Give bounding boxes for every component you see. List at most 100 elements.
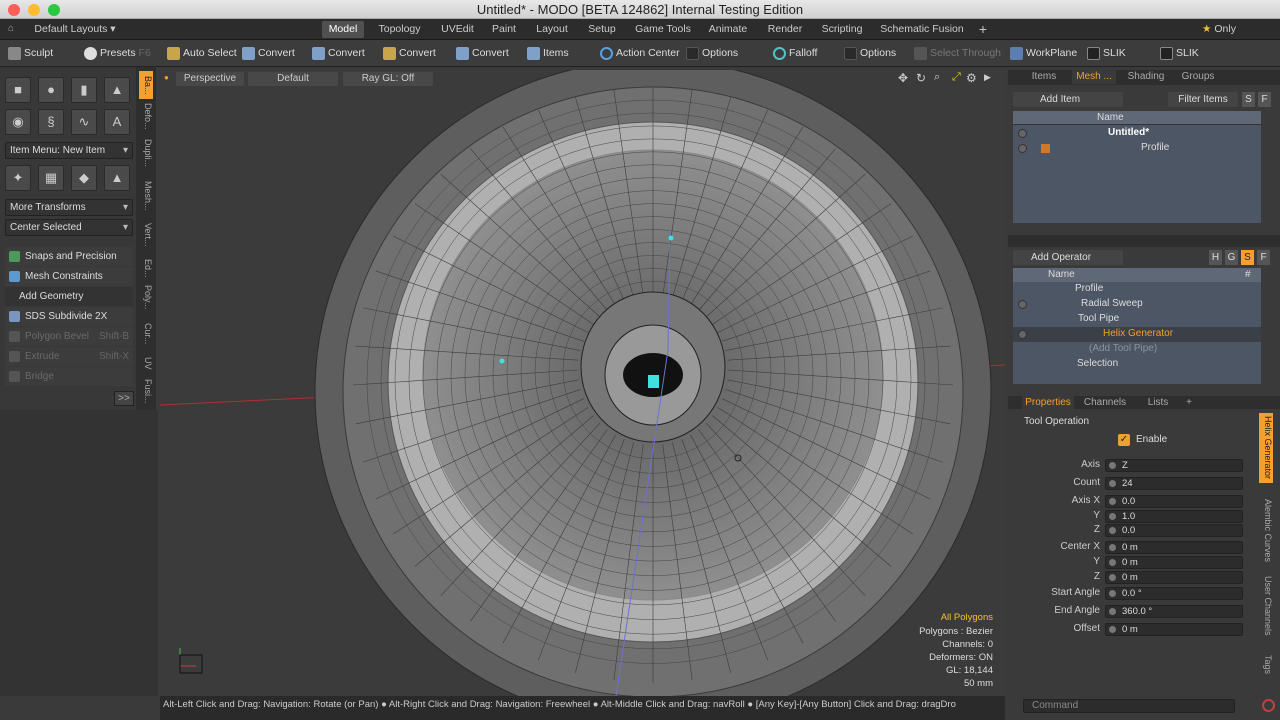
vtab-basic[interactable]: Ba... [139,71,153,99]
tab-lists[interactable]: Lists [1144,396,1172,409]
minimize-window-icon[interactable] [28,4,40,16]
more-transforms-dropdown[interactable]: More Transforms [5,199,133,216]
convert-vertices-button[interactable]: Convert [240,44,295,63]
action-center-options-button[interactable]: Options [684,44,738,63]
tab-game-tools[interactable]: Game Tools [630,21,696,38]
layouts-dropdown[interactable]: Default Layouts ▾ [30,21,120,38]
slik-button-1[interactable]: SLIK [1085,44,1126,63]
grid-icon[interactable]: ▦ [38,165,64,191]
op-profile[interactable]: Profile [1075,283,1103,294]
tab-items[interactable]: Items [1024,70,1064,84]
tab-mesh-ops[interactable]: Mesh ... [1072,70,1116,84]
op-selection[interactable]: Selection [1077,358,1118,369]
vtab-curve[interactable]: Cur... [139,323,153,345]
items-mode-button[interactable]: Items [525,44,569,63]
presets-button[interactable]: Presets F6 [82,44,151,63]
tab-schematic-fusion[interactable]: Schematic Fusion [878,21,966,38]
eye-icon[interactable] [1018,129,1027,138]
items-s-button[interactable]: S [1242,92,1255,107]
text-primitive-icon[interactable]: A [104,109,130,135]
ops-h-button[interactable]: H [1209,250,1222,265]
workplane-button[interactable]: WorkPlane [1008,44,1077,63]
prop-value-field[interactable]: 0 m [1105,541,1243,554]
vtab-uv[interactable]: UV [139,357,153,370]
expand-palette-button[interactable]: >> [114,391,134,406]
cube-primitive-icon[interactable]: ■ [5,77,31,103]
record-icon[interactable] [1262,699,1275,712]
vtab-duplicate[interactable]: Dupli... [139,139,153,167]
prop-value-field[interactable]: 0.0 [1105,495,1243,508]
eye-icon[interactable] [1018,144,1027,153]
add-item-button[interactable]: Add Item [1013,92,1123,107]
items-f-button[interactable]: F [1258,92,1271,107]
tab-topology[interactable]: Topology [372,21,427,38]
viewport-menu-icon[interactable]: ● [164,73,169,82]
filter-items-button[interactable]: Filter Items [1168,92,1238,107]
bridge-button[interactable]: Bridge [5,367,133,386]
scene-item[interactable]: Untitled* [1108,127,1149,138]
prop-value-field[interactable]: 360.0 ° [1105,605,1243,618]
prop-value-field[interactable]: 1.0 [1105,510,1243,523]
tab-uvedit[interactable]: UVEdit [435,21,480,38]
only-toggle[interactable]: ★ Only [1194,21,1244,38]
center-selected-dropdown[interactable]: Center Selected [5,219,133,236]
zoom-window-icon[interactable] [48,4,60,16]
ops-s-button[interactable]: S [1241,250,1254,265]
add-tab-button[interactable]: + [974,21,992,38]
tab-properties[interactable]: Properties [1022,396,1074,409]
tab-model[interactable]: Model [322,21,364,38]
rotate-icon[interactable]: ↻ [916,71,926,85]
enable-checkbox[interactable]: ✓ [1118,434,1130,446]
convert-polygons-button[interactable]: Convert [381,44,436,63]
prop-value-field[interactable]: 0.0 [1105,524,1243,537]
prop-value-field[interactable]: 24 [1105,477,1243,490]
op-tool-pipe[interactable]: Tool Pipe [1078,313,1119,324]
tab-groups[interactable]: Groups [1176,70,1220,84]
vtab-fusion[interactable]: Fusi... [139,379,153,404]
cone-primitive-icon[interactable]: ▲ [104,77,130,103]
vtab-mesh[interactable]: Mesh... [139,181,153,211]
shape-icon[interactable]: ◆ [71,165,97,191]
mesh-constraints-button[interactable]: Mesh Constraints [5,267,133,286]
shading-dropdown[interactable]: Default [248,72,338,86]
home-icon[interactable]: ⌂ [8,23,14,34]
falloff-options-button[interactable]: Options [842,44,896,63]
convert-materials-button[interactable]: Convert [454,44,509,63]
sds-subdivide-button[interactable]: SDS Subdivide 2X [5,307,133,326]
lock-icon[interactable] [1041,144,1050,153]
extrude-button[interactable]: Extrude Shift-X [5,347,133,366]
view-type-dropdown[interactable]: Perspective [176,72,244,86]
tab-animate[interactable]: Animate [704,21,752,38]
side-tab-user-channels[interactable]: User Channels [1259,575,1273,637]
sculpt-button[interactable]: Sculpt [6,44,53,63]
op-radial-sweep[interactable]: Radial Sweep [1081,298,1143,309]
tab-layout[interactable]: Layout [532,21,572,38]
add-props-tab[interactable]: + [1182,396,1196,409]
prop-value-field[interactable]: 0.0 ° [1105,587,1243,600]
op-helix-generator[interactable]: Helix Generator [1103,328,1173,339]
falloff-button[interactable]: Falloff [771,44,817,63]
close-window-icon[interactable] [8,4,20,16]
tab-channels[interactable]: Channels [1082,396,1128,409]
prop-value-field[interactable]: 0 m [1105,571,1243,584]
vtab-deform[interactable]: Defo... [139,103,153,130]
tab-shading[interactable]: Shading [1122,70,1170,84]
raygl-dropdown[interactable]: Ray GL: Off [343,72,433,86]
action-center-button[interactable]: Action Center [598,44,680,63]
auto-select-button[interactable]: Auto Select [165,44,237,63]
side-tab-tags[interactable]: Tags [1259,650,1273,680]
prop-value-field[interactable]: 0 m [1105,556,1243,569]
add-operator-button[interactable]: Add Operator [1013,250,1123,265]
vtab-vertex[interactable]: Vert... [139,223,153,247]
op-add-tool-pipe[interactable]: (Add Tool Pipe) [1089,343,1157,354]
select-through-button[interactable]: Select Through [912,44,1001,63]
pan-icon[interactable]: ✥ [898,71,908,85]
tab-scripting[interactable]: Scripting [816,21,868,38]
curve-primitive-icon[interactable]: ∿ [71,109,97,135]
eye-icon[interactable] [1018,300,1027,309]
3d-viewport[interactable] [160,70,1005,696]
item-menu-dropdown[interactable]: Item Menu: New Item [5,142,133,159]
add-geometry-header[interactable]: Add Geometry [5,287,133,306]
zoom-icon[interactable]: ⌕ [934,71,940,84]
tab-setup[interactable]: Setup [582,21,622,38]
